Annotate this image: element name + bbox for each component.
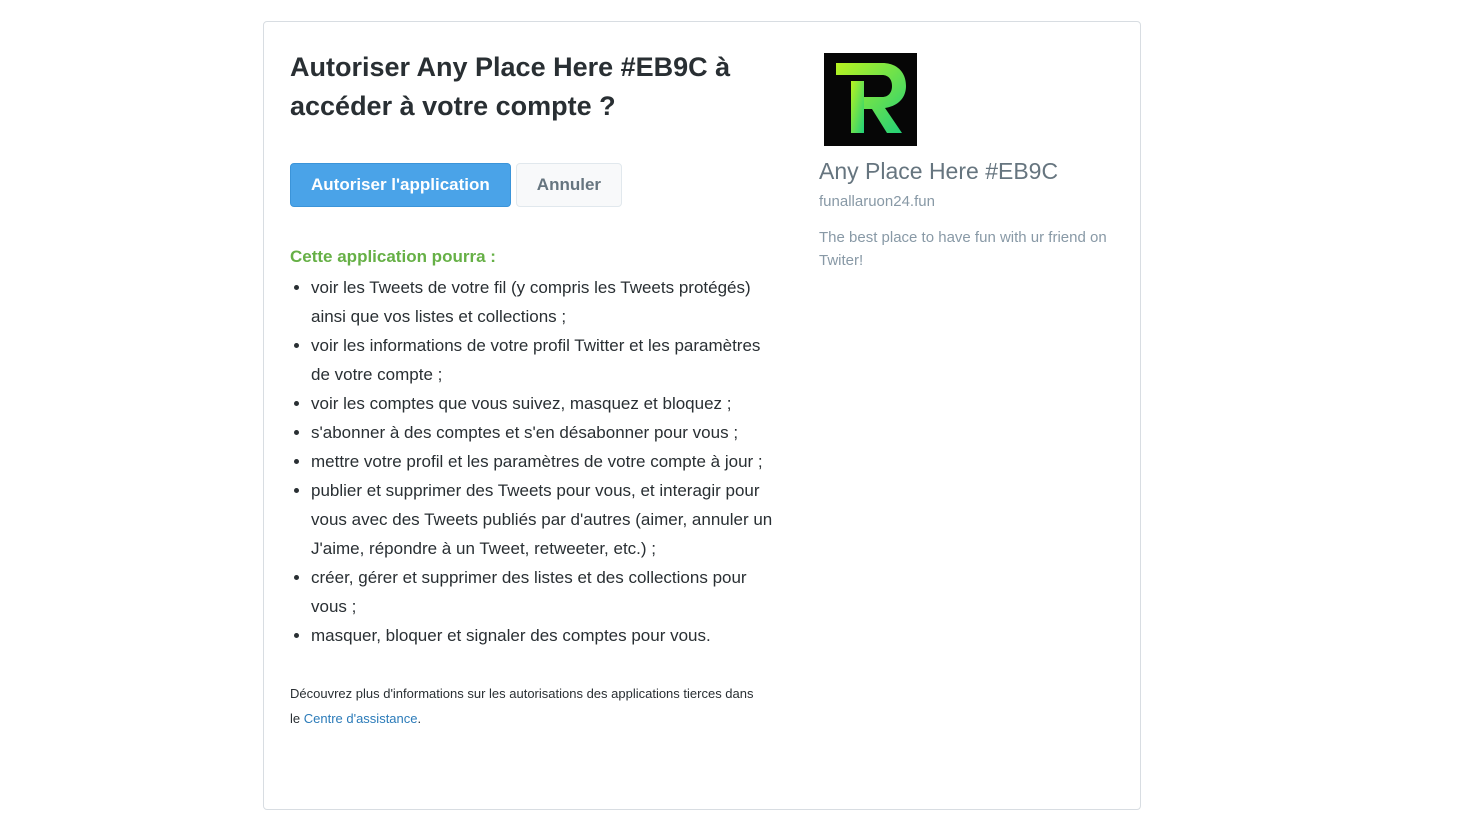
- app-domain: funallaruon24.fun: [819, 193, 935, 210]
- oauth-authorize-card: Autoriser Any Place Here #EB9C à accéder…: [263, 21, 1141, 810]
- help-footer-end: .: [417, 711, 422, 726]
- app-name: Any Place Here #EB9C: [819, 158, 1059, 184]
- letter-r-logo-icon: [824, 53, 917, 146]
- cancel-button[interactable]: Annuler: [515, 163, 623, 207]
- app-logo-graphic: [836, 63, 906, 133]
- authorize-panel: Autoriser Any Place Here #EB9C à accéder…: [290, 48, 780, 731]
- action-buttons: Autoriser l'application Annuler: [290, 163, 780, 207]
- app-description: The best place to have fun with ur frien…: [819, 229, 1107, 269]
- permission-item: masquer, bloquer et signaler des comptes…: [311, 621, 780, 650]
- permission-item: voir les informations de votre profil Tw…: [311, 331, 780, 389]
- help-footer-note: Découvrez plus d'informations sur les au…: [290, 681, 760, 731]
- app-info-panel: Any Place Here #EB9C funallaruon24.fun T…: [819, 53, 1119, 272]
- help-center-link[interactable]: Centre d'assistance: [304, 711, 418, 726]
- permissions-list: voir les Tweets de votre fil (y compris …: [290, 273, 780, 650]
- permissions-heading: Cette application pourra :: [290, 247, 496, 266]
- permission-item: publier et supprimer des Tweets pour vou…: [311, 476, 780, 563]
- permission-item: s'abonner à des comptes et s'en désabonn…: [311, 418, 780, 447]
- permission-item: créer, gérer et supprimer des listes et …: [311, 563, 780, 621]
- page-title: Autoriser Any Place Here #EB9C à accéder…: [290, 52, 731, 121]
- permission-item: voir les Tweets de votre fil (y compris …: [311, 273, 780, 331]
- authorize-app-button[interactable]: Autoriser l'application: [290, 163, 511, 207]
- permission-item: voir les comptes que vous suivez, masque…: [311, 389, 780, 418]
- permission-item: mettre votre profil et les paramètres de…: [311, 447, 780, 476]
